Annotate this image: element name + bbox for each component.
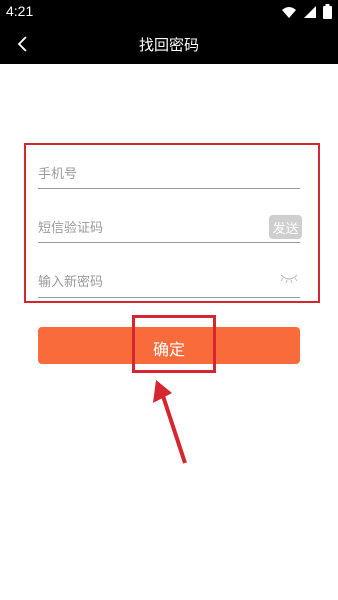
status-bar: 4:21 [0,0,338,24]
new-password-input[interactable]: 输入新密码 [38,271,103,290]
page-title: 找回密码 [138,36,199,54]
annotation-arrow-icon [153,380,187,464]
status-icons [281,4,332,19]
nav-bar: 找回密码 [0,24,338,64]
form-highlight-box: 手机号 短信验证码 发送 输入新密码 [24,143,320,303]
sms-underline [38,242,300,243]
battery-icon [323,4,332,19]
eye-closed-icon[interactable] [279,273,299,285]
signal-icon [304,5,316,18]
wifi-icon [282,6,296,18]
send-code-button[interactable]: 发送 [269,215,302,239]
phone-input[interactable]: 手机号 [38,163,77,182]
phone-underline [38,188,300,189]
sms-code-input[interactable]: 短信验证码 [38,217,103,236]
status-time: 4:21 [6,3,34,19]
confirm-highlight-box [132,315,216,373]
password-underline [38,297,300,298]
